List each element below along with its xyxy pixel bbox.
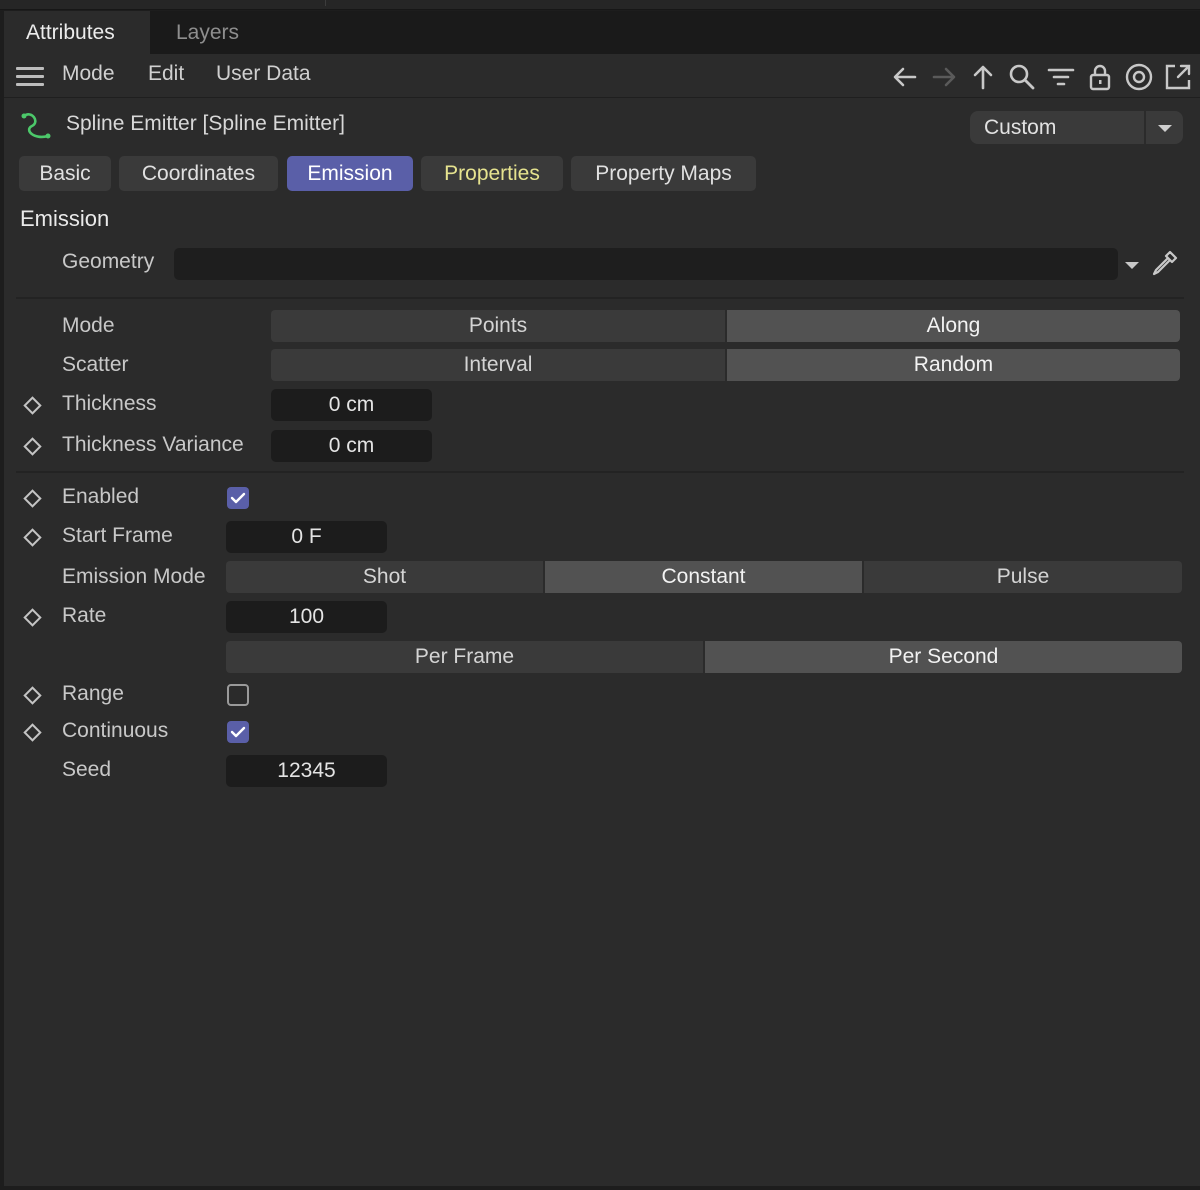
- menu-mode[interactable]: Mode: [62, 54, 115, 94]
- thickness-field[interactable]: 0 cm: [271, 389, 432, 421]
- object-title: Spline Emitter [Spline Emitter]: [66, 112, 345, 135]
- preset-value: Custom: [984, 116, 1057, 139]
- emission-mode-option-pulse[interactable]: Pulse: [864, 561, 1182, 593]
- scatter-option-random[interactable]: Random: [727, 349, 1180, 381]
- tab-basic[interactable]: Basic: [19, 156, 111, 191]
- enabled-checkbox[interactable]: [227, 487, 249, 509]
- keyframe-diamond-icon[interactable]: [23, 437, 42, 456]
- search-icon[interactable]: [1007, 62, 1037, 92]
- emission-mode-segmented: Shot Constant Pulse: [226, 561, 1182, 593]
- keyframe-diamond-icon[interactable]: [23, 723, 42, 742]
- top-strip: [0, 0, 1200, 10]
- scatter-segmented: Interval Random: [271, 349, 1180, 381]
- rate-label: Rate: [62, 604, 107, 627]
- window-tab-bar: Attributes Layers: [4, 11, 1200, 54]
- start-frame-field[interactable]: 0 F: [226, 521, 387, 553]
- eyedropper-icon[interactable]: [1150, 248, 1180, 278]
- emission-mode-option-constant[interactable]: Constant: [545, 561, 862, 593]
- tab-properties[interactable]: Properties: [421, 156, 563, 191]
- geometry-label: Geometry: [62, 250, 155, 273]
- filter-icon[interactable]: [1046, 62, 1076, 92]
- divider: [16, 297, 1184, 299]
- tab-coordinates[interactable]: Coordinates: [119, 156, 278, 191]
- rate-field[interactable]: 100: [226, 601, 387, 633]
- emission-mode-option-shot[interactable]: Shot: [226, 561, 543, 593]
- seed-field[interactable]: 12345: [226, 755, 387, 787]
- keyframe-diamond-icon[interactable]: [23, 608, 42, 627]
- tab-emission[interactable]: Emission: [287, 156, 413, 191]
- scatter-label: Scatter: [62, 353, 129, 376]
- lock-icon[interactable]: [1085, 62, 1115, 92]
- continuous-label: Continuous: [62, 719, 169, 742]
- preset-dropdown[interactable]: Custom: [970, 111, 1183, 144]
- mode-label: Mode: [62, 314, 115, 337]
- keyframe-diamond-icon[interactable]: [23, 686, 42, 705]
- tab-layers[interactable]: Layers: [154, 11, 261, 54]
- mode-segmented: Points Along: [271, 310, 1180, 342]
- rate-unit-option-per-frame[interactable]: Per Frame: [226, 641, 703, 673]
- hamburger-menu-icon[interactable]: [16, 67, 44, 87]
- menu-user-data[interactable]: User Data: [216, 54, 311, 94]
- thickness-variance-field[interactable]: 0 cm: [271, 430, 432, 462]
- thickness-label: Thickness: [62, 392, 157, 415]
- enabled-label: Enabled: [62, 485, 140, 508]
- arrow-left-icon[interactable]: [890, 62, 920, 92]
- range-checkbox[interactable]: [227, 684, 249, 706]
- rate-unit-option-per-second[interactable]: Per Second: [705, 641, 1182, 673]
- page-tabs: Basic Coordinates Emission Properties Pr…: [4, 156, 1200, 192]
- target-icon[interactable]: [1124, 62, 1154, 92]
- attributes-panel: Mode Edit User Data Spline Emitter [Spli…: [4, 54, 1200, 1186]
- chevron-down-icon[interactable]: [1125, 262, 1139, 269]
- divider: [16, 471, 1184, 473]
- object-header: Spline Emitter [Spline Emitter] Custom: [4, 102, 1200, 148]
- chevron-down-icon[interactable]: [1158, 125, 1172, 132]
- keyframe-diamond-icon[interactable]: [23, 489, 42, 508]
- tab-property-maps[interactable]: Property Maps: [571, 156, 756, 191]
- arrow-right-icon[interactable]: [929, 62, 959, 92]
- seed-label: Seed: [62, 758, 112, 781]
- continuous-checkbox[interactable]: [227, 721, 249, 743]
- start-frame-label: Start Frame: [62, 524, 173, 547]
- geometry-link-field[interactable]: [174, 248, 1118, 280]
- range-label: Range: [62, 682, 124, 705]
- spline-emitter-icon: [18, 108, 54, 144]
- menu-bar: Mode Edit User Data: [4, 54, 1200, 98]
- thickness-variance-label: Thickness Variance: [62, 433, 244, 456]
- section-title: Emission: [20, 206, 110, 231]
- arrow-up-icon[interactable]: [968, 62, 998, 92]
- menu-edit[interactable]: Edit: [148, 54, 184, 94]
- emission-mode-label: Emission Mode: [62, 565, 206, 588]
- scatter-option-interval[interactable]: Interval: [271, 349, 725, 381]
- new-window-icon[interactable]: [1163, 62, 1193, 92]
- mode-option-along[interactable]: Along: [727, 310, 1180, 342]
- rate-unit-segmented: Per Frame Per Second: [226, 641, 1182, 673]
- keyframe-diamond-icon[interactable]: [23, 528, 42, 547]
- keyframe-diamond-icon[interactable]: [23, 396, 42, 415]
- mode-option-points[interactable]: Points: [271, 310, 725, 342]
- tab-attributes[interactable]: Attributes: [4, 11, 150, 54]
